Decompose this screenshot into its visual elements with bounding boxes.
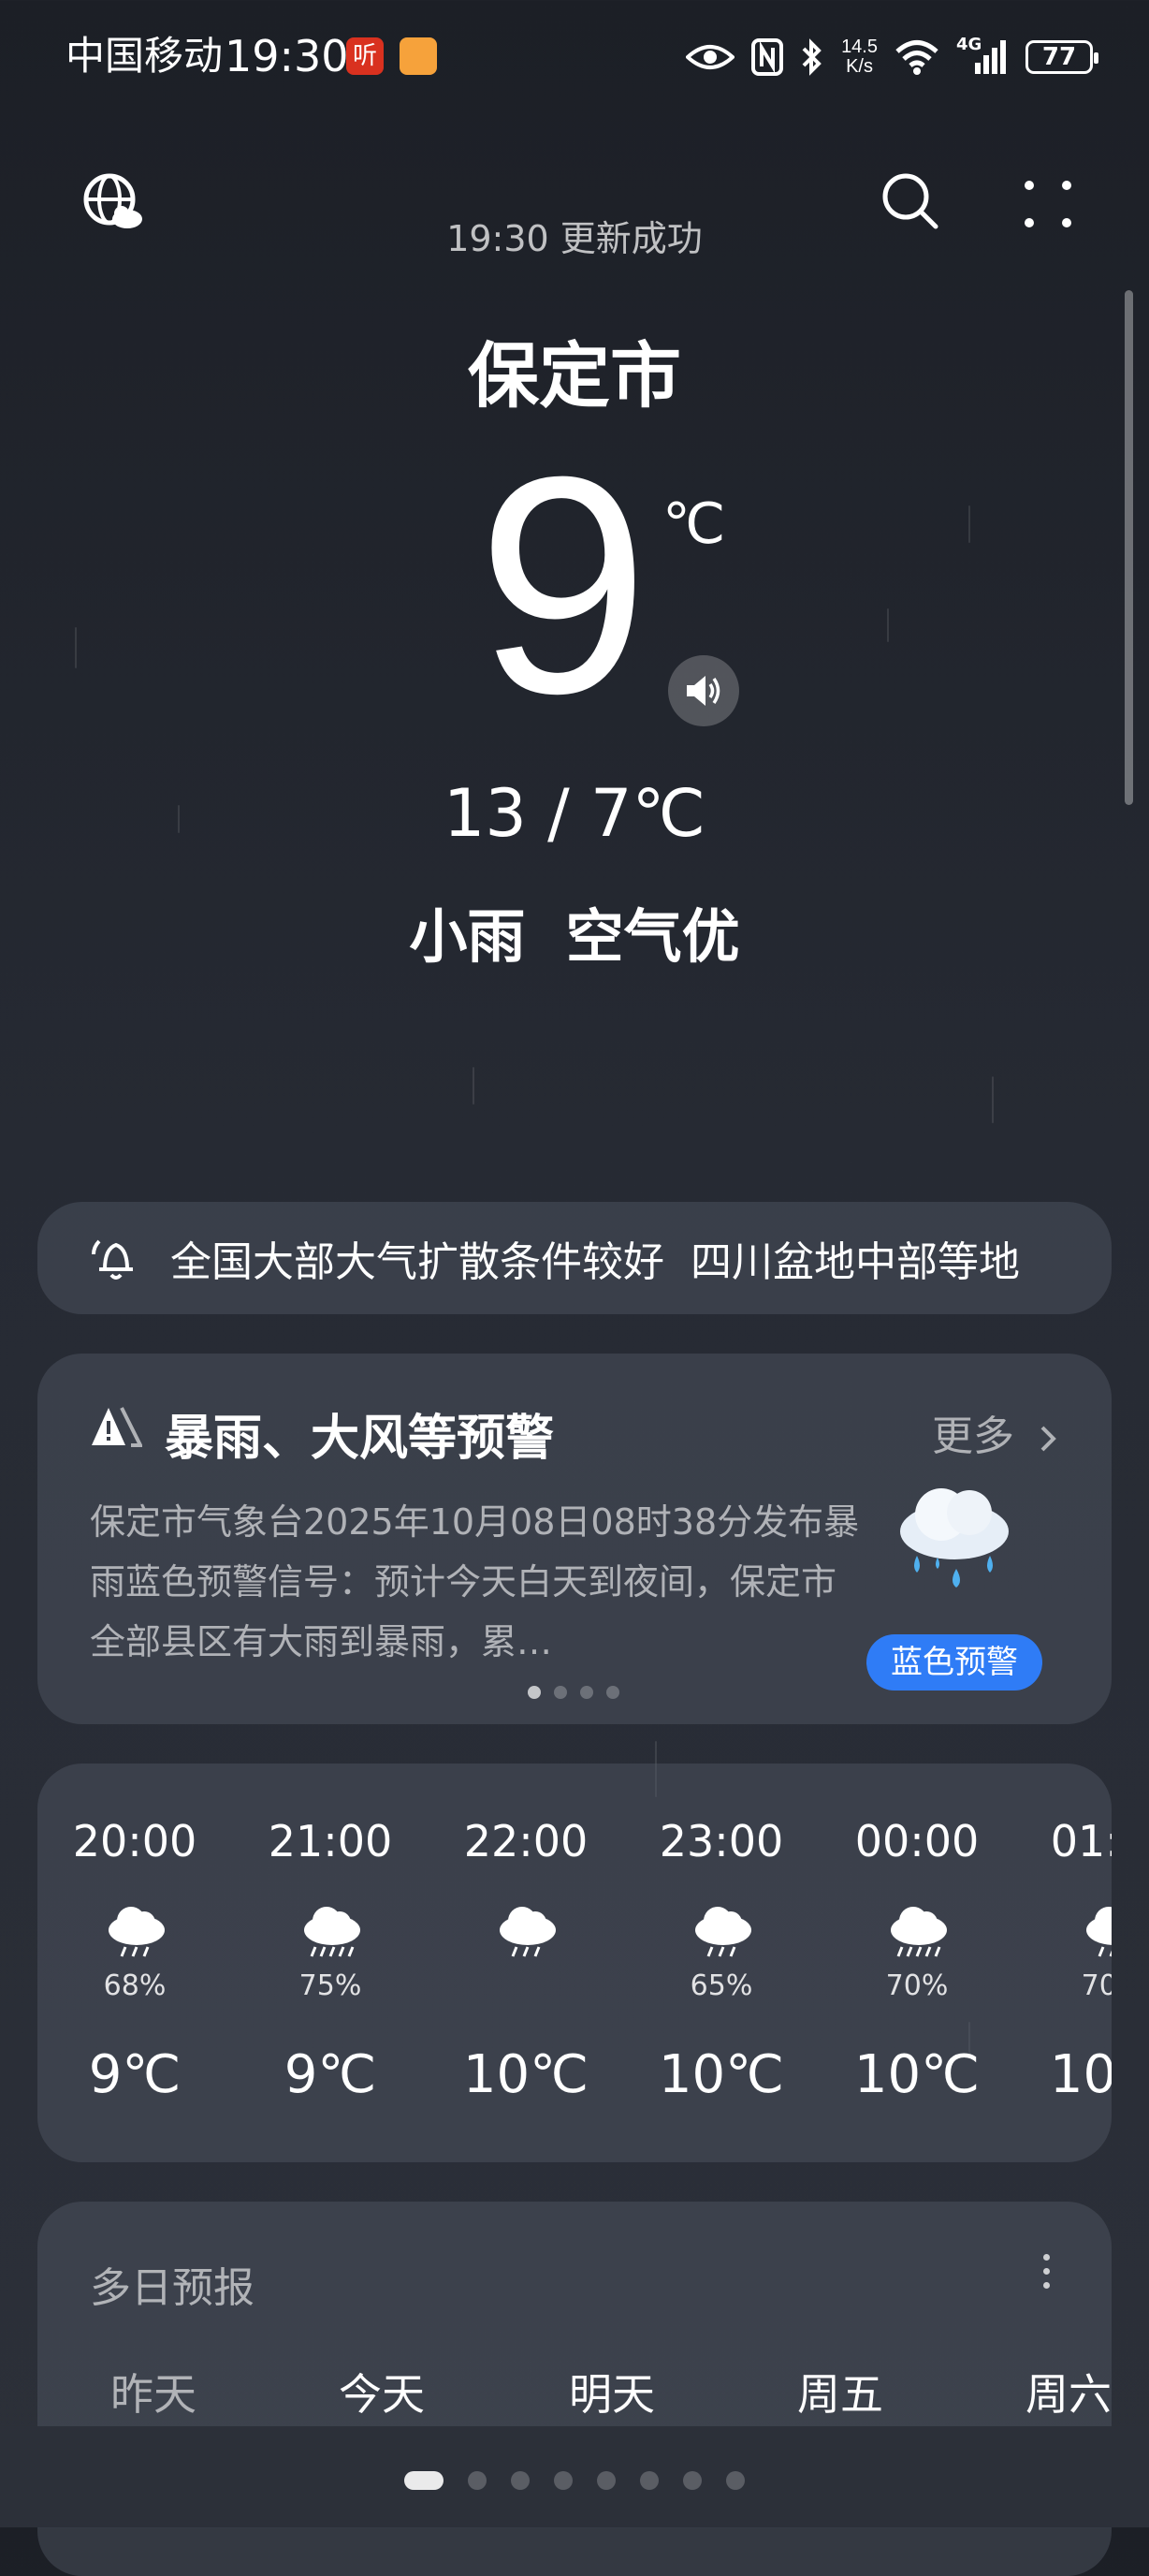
status-icons: 14.5 K/s 4G 77 bbox=[686, 34, 1098, 80]
moderate-rain-icon bbox=[304, 1907, 360, 1957]
hour-time: 01:00 bbox=[1050, 1816, 1112, 1866]
light-rain-icon bbox=[109, 1907, 165, 1957]
precipitation-chance: 65% bbox=[690, 1969, 753, 2002]
status-time: 19:30 bbox=[225, 31, 349, 81]
warning-title: 暴雨、大风等预警 bbox=[165, 1411, 555, 1467]
precipitation-chance: 68% bbox=[103, 1969, 167, 2002]
light-rain-icon bbox=[1086, 1907, 1112, 1957]
temperature-range: 13 / 7℃ bbox=[443, 775, 706, 852]
listen-app-icon: 听 bbox=[346, 37, 384, 75]
page-dot bbox=[404, 2471, 444, 2490]
hour-item[interactable]: 00:00 70% 10℃ bbox=[823, 1764, 1011, 2162]
hour-time: 00:00 bbox=[854, 1816, 980, 1866]
bell-icon bbox=[92, 1239, 133, 1280]
net-speed-value: 14.5 bbox=[841, 37, 878, 57]
rain-streak bbox=[75, 627, 77, 668]
rain-cloud-icon bbox=[900, 1488, 1009, 1588]
rain-streak bbox=[473, 1067, 474, 1105]
carousel-dot bbox=[554, 1686, 567, 1699]
hour-temperature: 9℃ bbox=[88, 2044, 182, 2105]
scrollbar[interactable] bbox=[1125, 290, 1133, 805]
hour-temperature: 10℃ bbox=[1049, 2044, 1112, 2105]
city-page-indicator[interactable] bbox=[0, 2471, 1149, 2490]
hour-item[interactable]: 22:00 10℃ bbox=[432, 1764, 619, 2162]
hour-time: 20:00 bbox=[72, 1816, 197, 1866]
page-dot bbox=[726, 2471, 745, 2490]
carousel-dot bbox=[528, 1686, 541, 1699]
net-speed-unit: K/s bbox=[846, 56, 873, 77]
carousel-dot bbox=[580, 1686, 593, 1699]
bluetooth-icon bbox=[802, 38, 822, 76]
voice-broadcast-button[interactable] bbox=[668, 655, 739, 726]
day-tab[interactable]: 明天 bbox=[569, 2361, 655, 2422]
carousel-indicator bbox=[528, 1686, 619, 1699]
news-text: 全国大部大气扩散条件较好 四川盆地中部等地 bbox=[170, 1238, 1020, 1286]
cellular-signal-icon: 4G bbox=[956, 35, 1009, 76]
day-tab[interactable]: 周五 bbox=[797, 2361, 883, 2422]
rain-streak bbox=[968, 505, 970, 543]
warning-description: 保定市气象台2025年10月08日08时38分发布暴雨蓝色预警信号：预计今天白天… bbox=[90, 1501, 860, 1662]
eye-icon bbox=[686, 45, 735, 69]
page-dot bbox=[683, 2471, 702, 2490]
nfc-icon bbox=[751, 38, 784, 76]
hour-item[interactable]: 20:00 68% 9℃ bbox=[41, 1764, 228, 2162]
page-dot bbox=[468, 2471, 487, 2490]
speaker-icon bbox=[687, 676, 720, 706]
wifi-icon bbox=[895, 40, 938, 75]
page-dot bbox=[597, 2471, 616, 2490]
status-bar: 中国移动 19:30 听 14.5 K/s 4G 77 bbox=[0, 0, 1149, 112]
precipitation-chance: 75% bbox=[298, 1969, 362, 2002]
hour-temperature: 10℃ bbox=[853, 2044, 981, 2105]
light-rain-icon bbox=[500, 1907, 556, 1957]
hour-item[interactable]: 23:00 65% 10℃ bbox=[628, 1764, 815, 2162]
hour-time: 21:00 bbox=[268, 1816, 393, 1866]
rain-streak bbox=[887, 608, 889, 642]
precipitation-chance: 70% bbox=[885, 1969, 949, 2002]
city-name[interactable]: 保定市 bbox=[0, 318, 1149, 421]
precipitation-chance: 70% bbox=[1081, 1969, 1112, 2002]
current-temperature: 9 bbox=[477, 412, 649, 757]
day-tab[interactable]: 昨天 bbox=[110, 2361, 196, 2422]
carrier-label: 中国移动 bbox=[65, 33, 224, 79]
day-tab[interactable]: 周六 bbox=[1025, 2361, 1112, 2422]
light-rain-icon bbox=[695, 1907, 751, 1957]
hour-item[interactable]: 21:00 75% 9℃ bbox=[237, 1764, 424, 2162]
moderate-rain-icon bbox=[891, 1907, 947, 1957]
hour-item[interactable]: 01:00 70% 10℃ bbox=[1019, 1764, 1112, 2162]
network-speed: 14.5 K/s bbox=[841, 37, 878, 77]
battery-indicator: 77 bbox=[1025, 40, 1098, 74]
news-ticker[interactable]: 全国大部大气扩散条件较好 四川盆地中部等地 bbox=[37, 1202, 1112, 1314]
page-dot bbox=[511, 2471, 530, 2490]
temperature-unit: ℃ bbox=[662, 491, 726, 557]
page-dot bbox=[640, 2471, 659, 2490]
hourly-forecast[interactable]: 20:00 68% 9℃ 21:00 75% 9℃ 22:00 10℃ 23:0… bbox=[37, 1764, 1112, 2162]
hour-temperature: 10℃ bbox=[658, 2044, 785, 2105]
warning-card[interactable]: 暴雨、大风等预警 更多 保定市气象台2025年10月08日08时38分发布暴雨蓝… bbox=[37, 1354, 1112, 1724]
warning-level-badge[interactable]: 蓝色预警 bbox=[866, 1634, 1042, 1690]
warning-more-link[interactable]: 更多 bbox=[932, 1402, 1059, 1462]
app-notification-icon bbox=[400, 37, 437, 75]
day-tab[interactable]: 今天 bbox=[339, 2361, 425, 2422]
more-label: 更多 bbox=[932, 1412, 1014, 1460]
chevron-right-icon bbox=[1040, 1426, 1056, 1452]
vertical-more-icon[interactable] bbox=[1037, 2254, 1055, 2289]
rain-streak bbox=[992, 1076, 994, 1123]
update-status: 19:30 更新成功 bbox=[446, 218, 703, 259]
hour-temperature: 10℃ bbox=[462, 2044, 589, 2105]
hour-time: 22:00 bbox=[463, 1816, 589, 1866]
page-dot bbox=[554, 2471, 573, 2490]
warning-triangle-icon bbox=[92, 1407, 142, 1447]
carousel-dot bbox=[606, 1686, 619, 1699]
hour-temperature: 9℃ bbox=[284, 2044, 377, 2105]
weather-condition: 小雨 空气优 bbox=[409, 902, 740, 971]
multi-day-title: 多日预报 bbox=[90, 2264, 255, 2312]
hour-time: 23:00 bbox=[659, 1816, 784, 1866]
